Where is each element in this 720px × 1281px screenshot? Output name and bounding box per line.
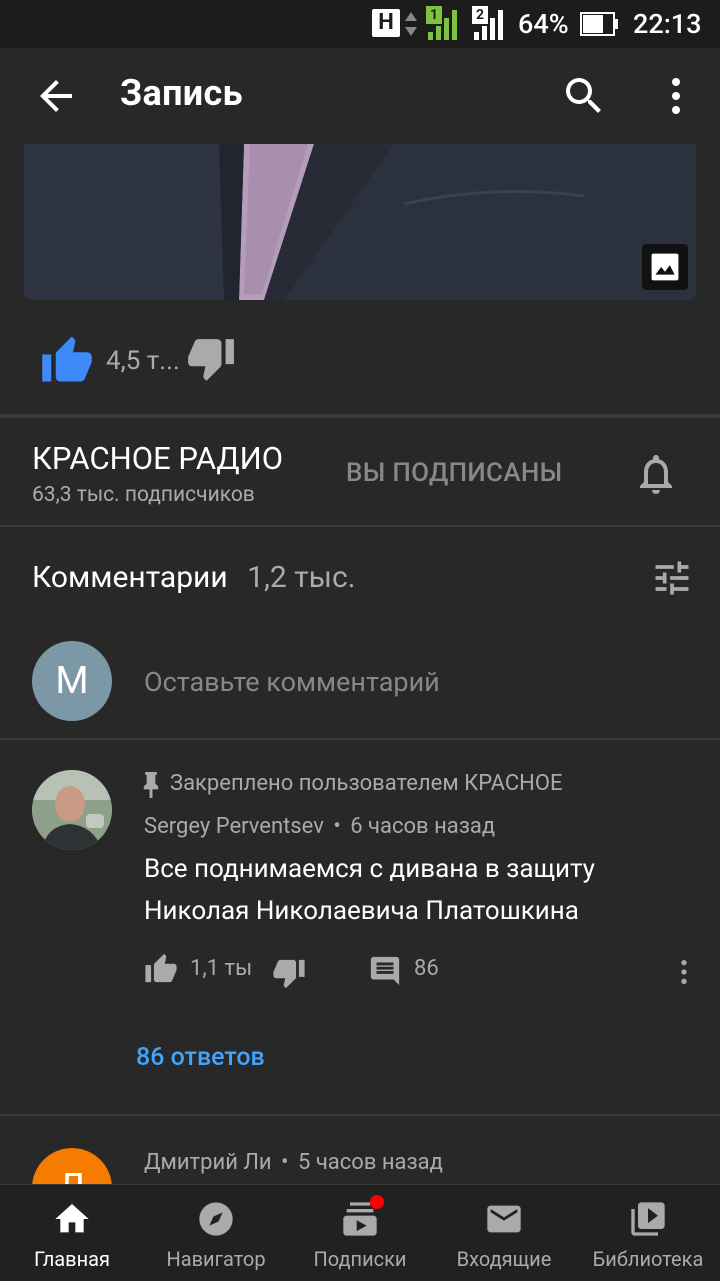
comment-time: 6 часов назад bbox=[350, 814, 496, 839]
comment-reply-button[interactable] bbox=[368, 954, 402, 988]
comment-text-line: Николая Николаевича Платошкина bbox=[144, 896, 579, 926]
comment-dislike-button[interactable] bbox=[272, 958, 306, 990]
more-vert-icon bbox=[672, 78, 680, 114]
nav-subscriptions-label: Подписки bbox=[313, 1247, 407, 1271]
comment-reply-count: 86 bbox=[414, 956, 439, 981]
nav-library-label: Библиотека bbox=[592, 1247, 704, 1271]
bell-icon bbox=[640, 455, 672, 494]
thumb-up-icon bbox=[145, 953, 177, 983]
data-arrows-icon bbox=[405, 12, 417, 36]
meta-separator: • bbox=[333, 814, 341, 839]
comment-author-avatar[interactable]: Д bbox=[32, 1148, 112, 1184]
clock: 22:13 bbox=[633, 8, 702, 40]
compass-icon bbox=[199, 1202, 233, 1236]
library-icon bbox=[631, 1202, 665, 1236]
nav-home[interactable]: Главная bbox=[0, 1185, 144, 1281]
comment-meta: Sergey Perventsev • 6 часов назад bbox=[144, 814, 495, 839]
notification-bell-button[interactable] bbox=[632, 450, 680, 498]
comments-header: Комментарии 1,2 тыс. bbox=[32, 560, 356, 595]
comment-text: Все поднимаемся с дивана в защиту Никола… bbox=[144, 848, 595, 932]
post-image-picture bbox=[24, 144, 696, 300]
section-divider bbox=[0, 1114, 720, 1116]
avatar-photo bbox=[32, 770, 112, 850]
nav-inbox[interactable]: Входящие bbox=[432, 1185, 576, 1281]
comment-text-line: Все поднимаемся с дивана в защиту bbox=[144, 854, 595, 884]
nav-subscriptions[interactable]: Подписки bbox=[288, 1185, 432, 1281]
composer-avatar-letter: M bbox=[55, 659, 89, 703]
post-like-button[interactable] bbox=[40, 334, 94, 384]
pin-icon bbox=[143, 772, 159, 798]
mail-icon bbox=[487, 1205, 521, 1233]
channel-name[interactable]: КРАСНОЕ РАДИО bbox=[32, 440, 283, 477]
more-vert-icon bbox=[681, 960, 687, 984]
sort-sliders-icon bbox=[655, 561, 689, 595]
post-like-count: 4,5 т... bbox=[106, 346, 180, 376]
post-image[interactable] bbox=[24, 144, 696, 300]
sim1-signal-icon bbox=[428, 10, 457, 40]
sort-comments-button[interactable] bbox=[650, 556, 694, 600]
search-icon bbox=[566, 78, 601, 113]
nav-inbox-label: Входящие bbox=[456, 1247, 552, 1271]
view-replies-link[interactable]: 86 ответов bbox=[136, 1043, 265, 1072]
image-icon bbox=[651, 253, 679, 281]
nav-explore[interactable]: Навигатор bbox=[144, 1185, 288, 1281]
image-badge bbox=[642, 244, 688, 290]
arrow-back-icon bbox=[40, 80, 72, 112]
battery-percent: 64% bbox=[518, 8, 569, 40]
comment-menu-button[interactable] bbox=[668, 956, 700, 988]
network-type-label: H bbox=[378, 10, 394, 35]
bottom-navigation: Главная Навигатор Подписки Входящие Библ… bbox=[0, 1184, 720, 1281]
section-divider bbox=[0, 738, 720, 740]
comment-author[interactable]: Дмитрий Ли bbox=[144, 1150, 272, 1175]
avatar-letter: Д bbox=[58, 1166, 87, 1184]
app-bar: Запись bbox=[0, 48, 720, 144]
thumb-down-icon bbox=[188, 339, 234, 381]
comments-title: Комментарии bbox=[32, 560, 228, 595]
nav-explore-label: Навигатор bbox=[166, 1247, 266, 1271]
post-dislike-button[interactable] bbox=[186, 336, 236, 384]
page-title: Запись bbox=[120, 72, 243, 114]
comment-author-avatar[interactable] bbox=[32, 770, 112, 850]
thumb-up-filled-icon bbox=[42, 336, 92, 382]
composer-avatar: M bbox=[32, 641, 112, 721]
comment-meta: Дмитрий Ли • 5 часов назад bbox=[144, 1150, 443, 1175]
pinned-label: Закреплено пользователем КРАСНОЕ bbox=[170, 771, 563, 796]
thumb-down-icon bbox=[273, 959, 305, 989]
comment-input[interactable]: Оставьте комментарий bbox=[144, 666, 684, 698]
comment-like-button[interactable] bbox=[144, 952, 178, 984]
meta-separator: • bbox=[281, 1150, 289, 1175]
nav-library[interactable]: Библиотека bbox=[576, 1185, 720, 1281]
channel-subscribers: 63,3 тыс. подписчиков bbox=[32, 483, 255, 507]
comments-count: 1,2 тыс. bbox=[247, 560, 356, 595]
comment-time: 5 часов назад bbox=[298, 1150, 443, 1175]
battery-icon bbox=[580, 12, 618, 36]
network-type-icon: H bbox=[372, 9, 400, 37]
sim2-signal-icon bbox=[474, 10, 503, 40]
search-button[interactable] bbox=[560, 72, 608, 120]
status-bar: H 1 2 64% 22:13 bbox=[0, 0, 720, 48]
comment-bubble-icon bbox=[370, 956, 400, 986]
comment-like-count: 1,1 ты bbox=[190, 956, 253, 981]
back-button[interactable] bbox=[32, 72, 80, 120]
section-divider bbox=[0, 414, 720, 418]
section-divider bbox=[0, 525, 720, 527]
nav-home-label: Главная bbox=[33, 1247, 111, 1271]
more-options-button[interactable] bbox=[652, 72, 700, 120]
notification-dot bbox=[370, 1195, 384, 1209]
home-icon bbox=[55, 1204, 89, 1233]
subscribed-button[interactable]: ВЫ ПОДПИСАНЫ bbox=[346, 458, 562, 488]
comment-author[interactable]: Sergey Perventsev bbox=[144, 814, 324, 839]
